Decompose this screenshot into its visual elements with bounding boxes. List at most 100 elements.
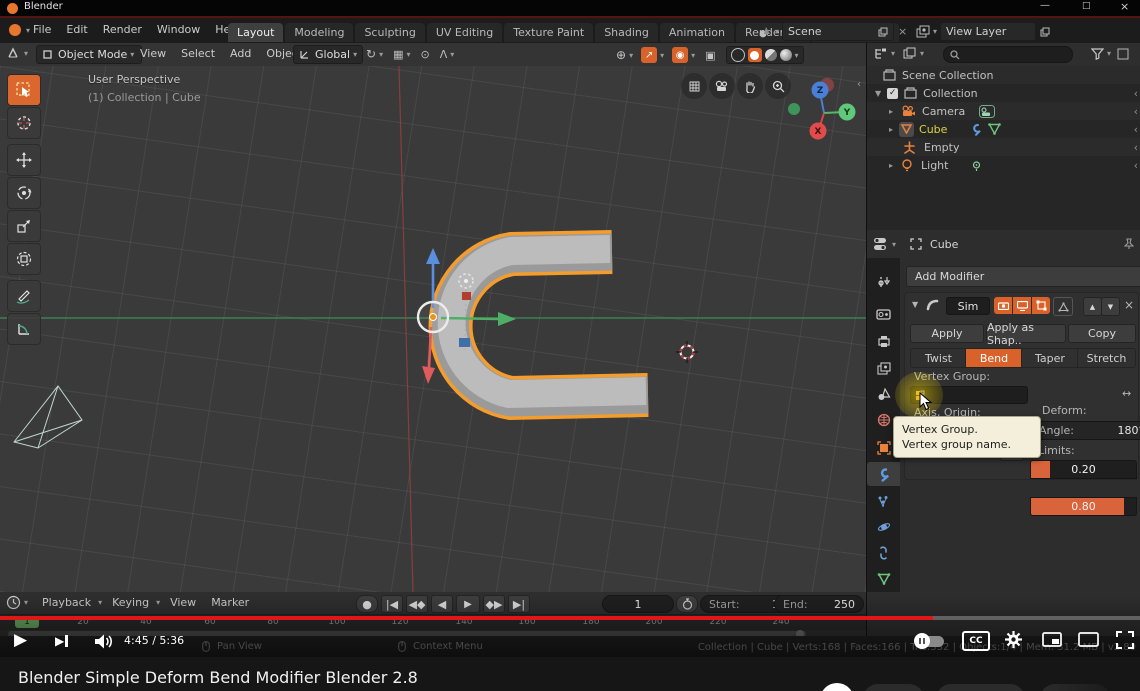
menu-window[interactable]: Window bbox=[157, 23, 200, 36]
modifier-cage-toggle[interactable] bbox=[1053, 297, 1073, 316]
unlink-scene-icon[interactable]: × bbox=[898, 25, 907, 38]
filter-by-type-icon[interactable] bbox=[903, 47, 917, 60]
tool-rotate[interactable] bbox=[7, 177, 41, 209]
material-preview-icon[interactable] bbox=[765, 49, 777, 61]
add-modifier-dropdown[interactable]: Add Modifier bbox=[906, 266, 1140, 287]
menu-add[interactable]: Add bbox=[230, 47, 251, 60]
blender-menu-icon[interactable] bbox=[9, 24, 21, 36]
menu-render[interactable]: Render bbox=[103, 23, 142, 36]
modifier-expand-icon[interactable]: ▼ bbox=[912, 300, 918, 309]
play-button-timeline[interactable]: ▶ bbox=[456, 595, 480, 613]
tool-scale[interactable] bbox=[7, 210, 41, 242]
mode-stretch-button[interactable]: Stretch bbox=[1077, 348, 1136, 368]
view-layer-chevron-icon[interactable]: ▾ bbox=[933, 27, 937, 36]
snapping-toggle[interactable]: ↗▾ bbox=[641, 47, 664, 63]
record-button[interactable]: ● bbox=[356, 595, 378, 613]
modifier-delete-icon[interactable]: × bbox=[1124, 298, 1134, 312]
modifier-move-down-button[interactable]: ▼ bbox=[1101, 297, 1120, 316]
timeline-editor-icon[interactable] bbox=[6, 595, 21, 610]
mode-taper-button[interactable]: Taper bbox=[1021, 348, 1079, 368]
auto-keyframe-icon[interactable] bbox=[676, 595, 698, 613]
filter-type-chevron-icon[interactable]: ▾ bbox=[920, 49, 924, 58]
expand-icon[interactable]: ▼ bbox=[875, 89, 881, 98]
properties-editor-chevron-icon[interactable]: ▾ bbox=[892, 240, 896, 249]
jump-to-start-button[interactable]: |◀ bbox=[381, 595, 403, 613]
modifier-move-up-button[interactable]: ▲ bbox=[1083, 297, 1102, 316]
editor-type-chevron-icon[interactable]: ▾ bbox=[24, 49, 28, 58]
action-pill-button[interactable] bbox=[936, 684, 1025, 691]
player-progress-bar[interactable] bbox=[0, 616, 1140, 620]
viewport-3d[interactable] bbox=[0, 66, 866, 592]
tab-constraints[interactable] bbox=[867, 541, 900, 565]
tool-measure[interactable] bbox=[7, 313, 41, 345]
prev-keyframe-button[interactable]: ◀◆ bbox=[406, 595, 428, 613]
hide-eye-icon[interactable]: ‹ bbox=[1134, 105, 1138, 118]
tab-scene[interactable] bbox=[867, 382, 900, 406]
mode-bend-button[interactable]: Bend bbox=[965, 348, 1023, 368]
outliner-row-cube[interactable]: ▸ Cube ‹ bbox=[867, 120, 1140, 138]
modifier-render-toggle[interactable] bbox=[994, 297, 1012, 314]
fullscreen-icon[interactable] bbox=[1116, 631, 1134, 649]
scene-name-field[interactable]: Scene bbox=[782, 22, 894, 41]
workspace-tab-uv-editing[interactable]: UV Editing bbox=[427, 23, 502, 42]
pivot-point-icon[interactable]: ↻ bbox=[366, 47, 376, 61]
minimize-icon[interactable]: — bbox=[1040, 0, 1050, 11]
tool-select-box[interactable] bbox=[7, 74, 41, 106]
maximize-icon[interactable]: □ bbox=[1082, 1, 1091, 11]
channel-avatar[interactable] bbox=[820, 683, 854, 691]
hide-eye-icon[interactable]: ‹ bbox=[1134, 123, 1138, 136]
scene-chevron-icon[interactable]: ▾ bbox=[775, 27, 779, 36]
limit-high-slider[interactable]: 0.80 bbox=[1030, 497, 1137, 516]
proportional-toggle[interactable]: ◉▾ bbox=[672, 47, 695, 63]
proportional-editing-icon[interactable]: ⊙ bbox=[421, 48, 430, 61]
outliner-search-input[interactable] bbox=[943, 46, 1073, 63]
mode-dropdown[interactable]: Object Mode ▾ bbox=[36, 45, 142, 64]
mode-twist-button[interactable]: Twist bbox=[910, 348, 967, 368]
filter-chevron-icon[interactable]: ▾ bbox=[1107, 49, 1111, 58]
theater-mode-icon[interactable] bbox=[1078, 632, 1099, 647]
autoplay-toggle[interactable] bbox=[916, 636, 944, 647]
new-view-layer-icon[interactable] bbox=[1040, 27, 1050, 37]
apply-button[interactable]: Apply bbox=[910, 324, 984, 343]
scene-icon[interactable] bbox=[758, 25, 772, 39]
filter-funnel-icon[interactable] bbox=[1091, 47, 1104, 60]
gizmos-dropdown[interactable]: ⊕▾ bbox=[616, 48, 633, 62]
menu-edit[interactable]: Edit bbox=[66, 23, 87, 36]
tab-render[interactable] bbox=[867, 302, 900, 326]
timeline-editor-chevron-icon[interactable]: ▾ bbox=[24, 598, 28, 607]
hide-eye-icon[interactable]: ‹ bbox=[1134, 141, 1138, 154]
tool-transform[interactable] bbox=[7, 243, 41, 275]
view-layer-icon[interactable] bbox=[916, 25, 930, 39]
new-scene-icon[interactable] bbox=[878, 27, 888, 37]
sidebar-collapse-icon[interactable]: ‹ bbox=[857, 79, 861, 90]
copy-button[interactable]: Copy bbox=[1068, 324, 1136, 343]
expand-icon[interactable]: ▸ bbox=[889, 125, 893, 134]
expand-icon[interactable]: ▸ bbox=[889, 107, 893, 116]
menu-marker[interactable]: Marker bbox=[211, 596, 249, 609]
hide-eye-icon[interactable]: ‹ bbox=[1134, 87, 1138, 100]
modifier-editmode-toggle[interactable] bbox=[1032, 297, 1050, 314]
prev-frame-button[interactable]: ◀ bbox=[431, 595, 453, 613]
volume-icon[interactable] bbox=[94, 634, 114, 649]
menu-select[interactable]: Select bbox=[181, 47, 215, 60]
properties-editor-icon[interactable] bbox=[873, 237, 889, 251]
workspace-tab-shading[interactable]: Shading bbox=[595, 23, 658, 42]
toggle-grid-button[interactable] bbox=[681, 73, 707, 99]
menu-keying[interactable]: Keying bbox=[112, 596, 149, 609]
hide-eye-icon[interactable]: ‹ bbox=[1134, 159, 1138, 172]
camera-view-button[interactable] bbox=[709, 73, 735, 99]
close-icon[interactable]: × bbox=[1120, 0, 1129, 13]
tab-view-layer[interactable] bbox=[867, 356, 900, 380]
falloff-icon[interactable]: Λ bbox=[440, 48, 448, 61]
outliner-row-camera[interactable]: ▸ Camera ‹ bbox=[867, 102, 1140, 120]
expand-icon[interactable]: ▸ bbox=[889, 161, 893, 170]
action-pill-button[interactable] bbox=[863, 684, 924, 691]
collection-checkbox[interactable]: ✓ bbox=[887, 88, 898, 99]
tab-physics[interactable] bbox=[867, 515, 900, 539]
snap-target-icon[interactable]: ▦ bbox=[393, 48, 403, 61]
outliner-row-collection[interactable]: ▼ ✓ Collection ‹ bbox=[867, 84, 1140, 102]
outliner-row-scene-collection[interactable]: Scene Collection bbox=[867, 66, 1140, 84]
tab-particles[interactable] bbox=[867, 489, 900, 513]
current-frame-field[interactable]: 1 bbox=[602, 595, 674, 613]
settings-gear-icon[interactable] bbox=[1004, 630, 1023, 649]
